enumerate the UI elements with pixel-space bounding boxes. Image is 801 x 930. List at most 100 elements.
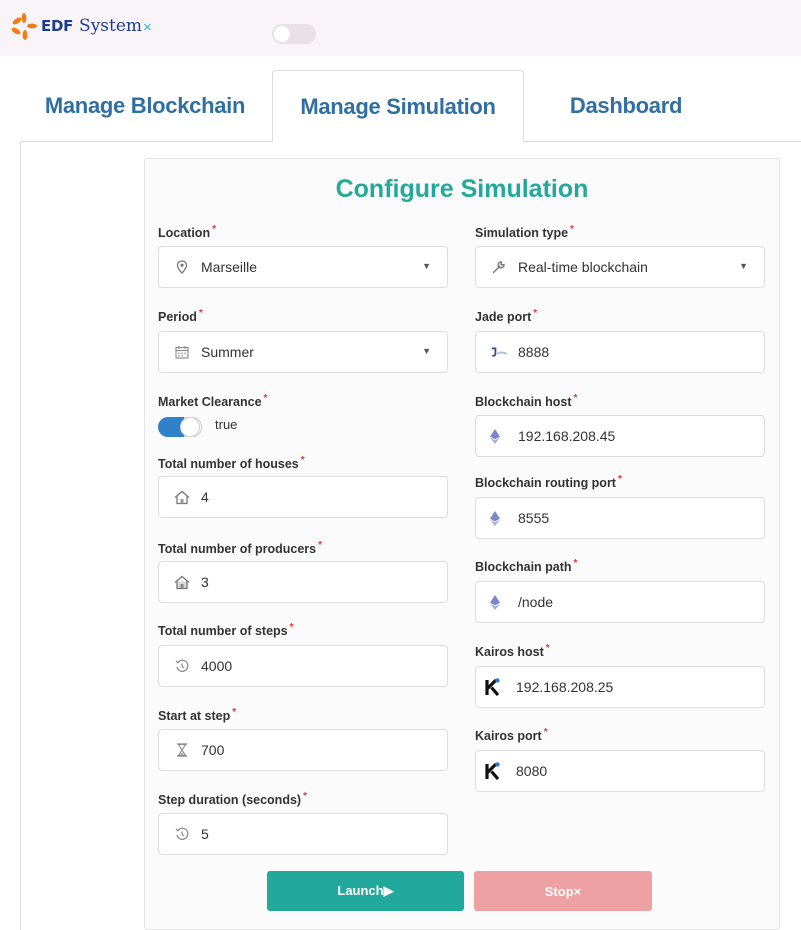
kairos-port-input[interactable]: 8080 [475,750,765,792]
market-clearance-toggle[interactable] [158,417,202,437]
kairos-host-label: Kairos host * [475,643,550,659]
required-mark: * [570,224,574,235]
simulation-type-label-text: Simulation type [475,226,569,241]
start-step-input[interactable]: 700 [158,729,448,771]
jade-port-value: 8888 [518,344,550,360]
history-icon [173,657,191,675]
start-step-label: Start at step * [158,707,236,723]
jade-port-input[interactable]: 8888 [475,331,765,373]
kairos-port-label-text: Kairos port [475,729,542,744]
location-select[interactable]: Marseille ▼ [158,246,448,288]
kairos-icon [484,678,502,696]
toggle-knob [180,417,200,437]
required-mark: * [543,727,548,738]
required-mark: * [617,474,622,485]
header-toggle[interactable] [272,24,316,44]
blockchain-routing-port-label-text: Blockchain routing port [475,476,616,491]
simulation-type-label: Simulation type * [475,224,574,240]
chevron-down-icon: ▼ [422,261,431,271]
step-duration-label: Step duration (seconds) * [158,791,307,807]
tab-dashboard[interactable]: Dashboard [526,70,726,142]
blockchain-routing-port-input[interactable]: 8555 [475,497,765,539]
kairos-host-label-text: Kairos host [475,645,544,660]
period-label: Period * [158,308,203,324]
producers-input[interactable]: 3 [158,561,448,603]
ethereum-icon [486,593,504,611]
simulation-type-select[interactable]: Real-time blockchain ▼ [475,246,765,288]
house-icon [173,573,191,591]
producers-label: Total number of producers * [158,540,322,556]
steps-label: Total number of steps * [158,622,294,638]
blockchain-host-value: 192.168.208.45 [518,428,616,444]
market-clearance-label: Market Clearance * [158,393,267,409]
ethereum-icon [486,509,504,527]
required-mark: * [232,707,237,718]
required-mark: * [303,791,307,802]
required-mark: * [198,308,203,319]
required-mark: * [289,622,294,633]
ethereum-icon [486,427,504,445]
required-mark: * [318,540,323,551]
blockchain-path-label: Blockchain path * [475,558,577,574]
blockchain-host-input[interactable]: 192.168.208.45 [475,415,765,457]
blockchain-path-input[interactable]: /node [475,581,765,623]
kairos-port-value: 8080 [516,763,548,779]
period-label-text: Period [158,310,197,325]
edf-systemx-logo: EDF System × [8,8,152,44]
logo-edf-text: EDF [41,17,74,35]
kairos-host-input[interactable]: 192.168.208.25 [475,666,765,708]
logo-x-text: × [143,18,152,36]
location-value: Marseille [201,259,258,275]
card-title: Configure Simulation [335,175,589,203]
required-mark: * [300,455,305,466]
market-clearance-value: true [215,417,238,432]
hourglass-icon [173,741,191,759]
chevron-down-icon: ▼ [739,261,748,271]
tab-manage-blockchain[interactable]: Manage Blockchain [20,70,270,142]
simulation-type-value: Real-time blockchain [518,259,648,275]
blockchain-host-label: Blockchain host * [475,393,577,409]
required-mark: * [573,393,578,404]
steps-value: 4000 [201,658,233,674]
header-toggle-knob [274,26,290,42]
houses-label-text: Total number of houses [158,457,299,472]
blockchain-host-label-text: Blockchain host [475,395,572,410]
houses-input[interactable]: 4 [158,476,448,518]
chevron-down-icon: ▼ [422,346,431,356]
steps-input[interactable]: 4000 [158,645,448,687]
location-label: Location * [158,224,216,240]
period-value: Summer [201,344,254,360]
history-icon [173,825,191,843]
launch-button[interactable]: Launch▶ [267,871,464,911]
tab-manage-simulation[interactable]: Manage Simulation [272,70,524,142]
location-label-text: Location [158,226,211,241]
kairos-host-value: 192.168.208.25 [516,679,614,695]
map-pin-icon [173,258,191,276]
required-mark: * [263,393,268,404]
market-clearance-label-text: Market Clearance [158,395,262,410]
step-duration-value: 5 [201,826,209,842]
calendar-icon [173,343,191,361]
kairos-icon [484,762,502,780]
required-mark: * [533,308,538,319]
start-step-label-text: Start at step [158,709,231,724]
step-duration-input[interactable]: 5 [158,813,448,855]
wrench-icon [490,258,508,276]
edf-flower-icon [11,13,37,40]
houses-label: Total number of houses * [158,455,305,471]
required-mark: * [212,224,216,235]
top-bar: EDF System × [0,0,801,56]
houses-value: 4 [201,489,209,505]
steps-label-text: Total number of steps [158,624,288,639]
step-duration-label-text: Step duration (seconds) [158,793,302,808]
producers-label-text: Total number of producers [158,542,317,557]
content-left-border [20,141,21,930]
blockchain-routing-port-value: 8555 [518,510,550,526]
jade-port-label: Jade port * [475,308,537,324]
required-mark: * [573,558,578,569]
kairos-port-label: Kairos port * [475,727,548,743]
jade-icon [490,343,508,361]
stop-button[interactable]: Stop× [474,871,652,911]
blockchain-path-value: /node [518,594,554,610]
period-select[interactable]: Summer ▼ [158,331,448,373]
